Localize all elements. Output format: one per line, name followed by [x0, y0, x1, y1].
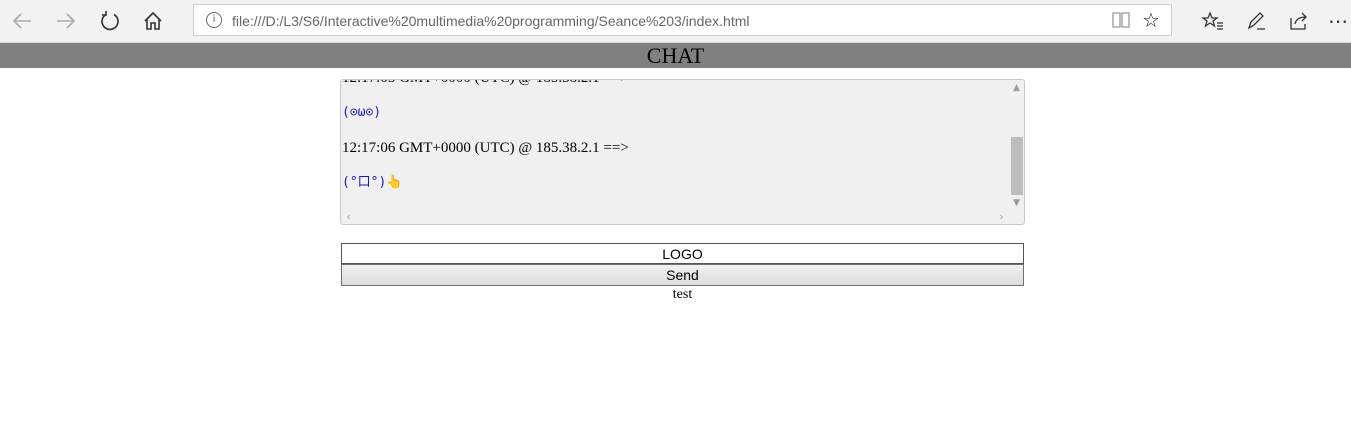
scroll-right-icon[interactable]: › — [994, 209, 1009, 224]
chat-messages: 12:17:05 GMT+0000 (UTC) @ 185.38.2.1 ==>… — [342, 80, 1010, 193]
chat-message-text: (°口°)👆 — [342, 175, 403, 190]
vertical-scrollbar[interactable]: ▲ ▼ — [1009, 80, 1024, 210]
share-icon[interactable] — [1283, 5, 1315, 37]
chat-log[interactable]: 12:17:05 GMT+0000 (UTC) @ 185.38.2.1 ==>… — [340, 79, 1025, 225]
horizontal-scrollbar[interactable]: ‹ › — [341, 209, 1009, 224]
scroll-thumb[interactable] — [1011, 137, 1023, 195]
chat-message-meta: 12:17:06 GMT+0000 (UTC) @ 185.38.2.1 ==> — [342, 140, 629, 156]
info-icon[interactable]: i — [206, 12, 222, 28]
pen-icon[interactable] — [1240, 5, 1272, 37]
home-icon[interactable] — [137, 5, 169, 37]
back-icon[interactable] — [6, 5, 38, 37]
forward-icon[interactable] — [50, 5, 82, 37]
chat-message-meta: 12:17:05 GMT+0000 (UTC) @ 185.38.2.1 ==> — [342, 80, 1010, 88]
scroll-up-icon[interactable]: ▲ — [1009, 80, 1024, 95]
page-title: CHAT — [0, 43, 1351, 68]
address-bar[interactable]: i file:///D:/L3/S6/Interactive%20multime… — [193, 4, 1172, 36]
scroll-down-icon[interactable]: ▼ — [1009, 195, 1024, 210]
address-url[interactable]: file:///D:/L3/S6/Interactive%20multimedi… — [232, 13, 750, 29]
reading-view-icon[interactable] — [1111, 10, 1131, 30]
message-input[interactable] — [341, 243, 1024, 264]
send-button[interactable]: Send — [341, 264, 1024, 286]
chat-message-text: (⊙ω⊙) — [342, 105, 382, 120]
browser-toolbar: i file:///D:/L3/S6/Interactive%20multime… — [0, 0, 1351, 43]
status-text: test — [672, 287, 693, 302]
refresh-icon[interactable] — [94, 5, 126, 37]
scroll-left-icon[interactable]: ‹ — [341, 209, 356, 224]
more-icon[interactable]: ⋯ — [1326, 5, 1350, 37]
favorite-star-icon[interactable]: ☆ — [1139, 8, 1163, 32]
favorites-list-icon[interactable] — [1197, 5, 1229, 37]
